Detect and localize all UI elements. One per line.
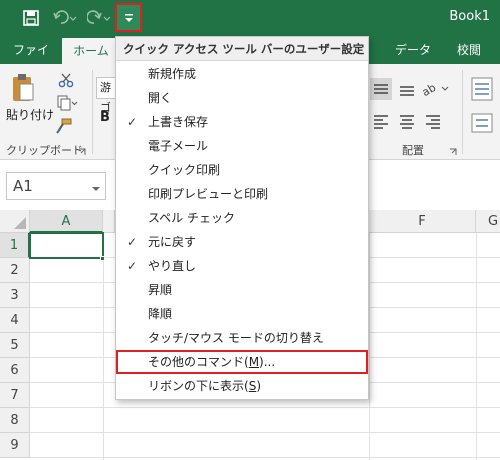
select-all-corner[interactable]: [0, 210, 30, 233]
paste-icon[interactable]: [10, 72, 36, 106]
menu-item-label: クイック印刷: [148, 163, 221, 177]
cut-icon[interactable]: [58, 72, 74, 88]
menu-item-save[interactable]: ✓ 上書き保存: [116, 110, 368, 134]
name-box[interactable]: A1: [6, 172, 106, 200]
svg-text:ab: ab: [420, 81, 438, 99]
menu-item-sort-ascending[interactable]: 昇順: [116, 278, 368, 302]
workbook-title: Book1: [449, 9, 490, 24]
number-format-icon[interactable]: [470, 112, 494, 134]
save-icon[interactable]: [20, 6, 42, 30]
customize-qat-button[interactable]: [115, 3, 142, 32]
menu-item-email[interactable]: 電子メール: [116, 134, 368, 158]
format-painter-icon[interactable]: [56, 118, 72, 134]
column-header-g[interactable]: G: [476, 210, 500, 233]
undo-icon[interactable]: [52, 6, 78, 30]
paste-label[interactable]: 貼り付け: [6, 106, 54, 123]
grid-line: [30, 432, 500, 433]
orientation-button[interactable]: ab: [420, 78, 450, 100]
column-header[interactable]: [103, 210, 115, 233]
menu-item-label: タッチ/マウス モードの切り替え: [148, 331, 324, 345]
row-header-3[interactable]: 3: [0, 283, 30, 308]
column-header-f[interactable]: F: [369, 210, 476, 233]
column-header-a[interactable]: A: [30, 210, 103, 233]
tab-data[interactable]: データ: [390, 36, 436, 64]
menu-item-label: )...: [259, 355, 276, 369]
row-header-7[interactable]: 7: [0, 383, 30, 408]
fill-handle[interactable]: [100, 256, 105, 261]
menu-item-label: 新規作成: [148, 67, 197, 81]
customize-qat-menu: クイック アクセス ツール バーのユーザー設定 新規作成 開く ✓ 上書き保存 電…: [115, 36, 369, 400]
redo-icon[interactable]: [86, 6, 112, 30]
menu-item-undo[interactable]: ✓ 元に戻す: [116, 230, 368, 254]
grid-line: [369, 233, 370, 460]
row-header-9[interactable]: 9: [0, 433, 30, 458]
align-left-button[interactable]: [370, 110, 392, 132]
align-center-button[interactable]: [396, 110, 418, 132]
menu-item-label: その他のコマンド(: [148, 355, 249, 369]
menu-item-label: 降順: [148, 307, 173, 321]
menu-item-touch-mode[interactable]: タッチ/マウス モードの切り替え: [116, 326, 368, 350]
copy-icon[interactable]: [56, 95, 78, 111]
menu-item-open[interactable]: 開く: [116, 86, 368, 110]
grid-line: [476, 233, 477, 460]
row-header-1[interactable]: 1: [0, 233, 30, 258]
menu-item-quick-print[interactable]: クイック印刷: [116, 158, 368, 182]
row-header-2[interactable]: 2: [0, 258, 30, 283]
menu-item-label: 上書き保存: [148, 115, 209, 129]
row-header-6[interactable]: 6: [0, 358, 30, 383]
title-bar: Book1: [0, 0, 500, 36]
tab-review[interactable]: 校閲: [446, 36, 492, 64]
menu-item-label: 電子メール: [148, 139, 209, 153]
align-bottom-button[interactable]: [396, 78, 418, 100]
check-icon: ✓: [126, 115, 138, 129]
tab-home[interactable]: ホーム: [62, 38, 120, 64]
menu-header: クイック アクセス ツール バーのユーザー設定: [116, 37, 368, 61]
menu-item-label: 印刷プレビューと印刷: [148, 187, 269, 201]
chevron-down-icon[interactable]: [91, 182, 101, 191]
menu-item-label: 元に戻す: [148, 235, 197, 249]
menu-item-label: リボンの下に表示(: [148, 379, 249, 393]
menu-item-label: ): [256, 379, 261, 393]
dialog-launcher-icon[interactable]: [449, 145, 457, 155]
wrap-text-icon[interactable]: [470, 76, 494, 102]
ribbon-separator: [92, 70, 93, 154]
check-icon: ✓: [126, 235, 138, 249]
grid-line: [30, 407, 500, 408]
menu-item-show-below-ribbon[interactable]: リボンの下に表示(S): [116, 374, 368, 398]
name-box-value: A1: [13, 177, 33, 195]
menu-item-label: スペル チェック: [148, 211, 235, 225]
row-header-8[interactable]: 8: [0, 408, 30, 433]
tab-file[interactable]: ファイル: [8, 36, 54, 85]
align-right-button[interactable]: [422, 110, 444, 132]
menu-item-label: 昇順: [148, 283, 173, 297]
row-header-5[interactable]: 5: [0, 333, 30, 358]
grid-line: [30, 457, 500, 458]
access-key: M: [248, 355, 260, 369]
bold-button[interactable]: B: [100, 110, 110, 125]
chevron-down-icon: [124, 13, 133, 22]
active-cell-a1[interactable]: [29, 232, 104, 259]
grid-line: [103, 233, 104, 460]
clipboard-group-label: クリップボード: [6, 144, 83, 157]
menu-item-spell-check[interactable]: スペル チェック: [116, 206, 368, 230]
dialog-launcher-icon[interactable]: [78, 145, 86, 155]
menu-item-label: 開く: [148, 91, 173, 105]
ribbon-separator: [462, 70, 463, 154]
menu-item-redo[interactable]: ✓ やり直し: [116, 254, 368, 278]
menu-item-new[interactable]: 新規作成: [116, 62, 368, 86]
menu-item-label: やり直し: [148, 259, 197, 273]
menu-item-more-commands[interactable]: その他のコマンド(M)...: [116, 350, 368, 374]
menu-item-print-preview[interactable]: 印刷プレビューと印刷: [116, 182, 368, 206]
check-icon: ✓: [126, 259, 138, 273]
align-middle-button[interactable]: [370, 78, 392, 100]
row-header-4[interactable]: 4: [0, 308, 30, 333]
menu-item-sort-descending[interactable]: 降順: [116, 302, 368, 326]
alignment-group-label: 配置: [402, 144, 424, 157]
